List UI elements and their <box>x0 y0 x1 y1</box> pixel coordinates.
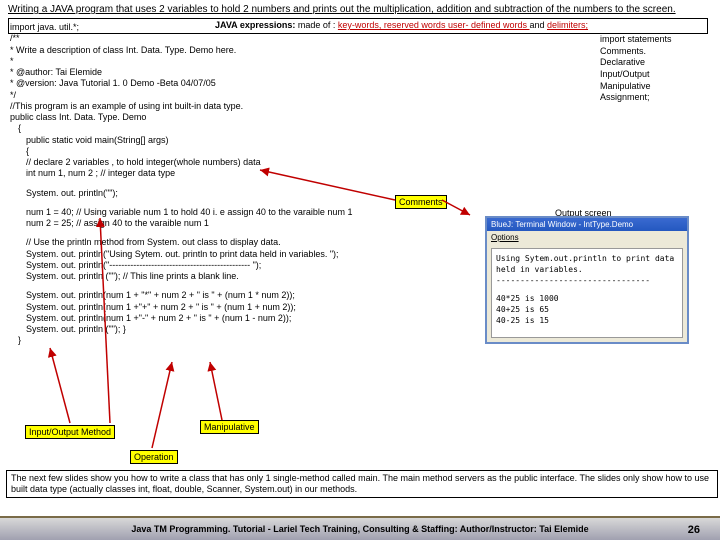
t1: Using Sytem.out.println to print data he… <box>496 253 678 275</box>
c15: System. out. println(""); <box>10 188 710 199</box>
footer-text: Java TM Programming. Tutorial - Lariel T… <box>131 524 588 534</box>
label-manip: Manipulative <box>200 420 259 434</box>
t4: 40+25 is 65 <box>496 304 678 315</box>
terminal-menu[interactable]: Options <box>487 231 687 244</box>
c14: int num 1, num 2 ; // integer data type <box>10 168 710 179</box>
c9: public class Int. Data. Type. Demo <box>10 112 710 123</box>
t3: 40*25 is 1000 <box>496 293 678 304</box>
bottom-note: The next few slides show you how to writ… <box>6 470 718 498</box>
terminal-window: BlueJ: Terminal Window - IntType.Demo Op… <box>485 216 689 344</box>
c2: /** <box>10 33 710 44</box>
c4: * <box>10 56 710 67</box>
page-number: 26 <box>688 524 700 536</box>
slide-title: Writing a JAVA program that uses 2 varia… <box>0 0 720 17</box>
c3: * Write a description of class Int. Data… <box>10 45 710 56</box>
c6: * @version: Java Tutorial 1. 0 Demo -Bet… <box>10 78 710 89</box>
c7: */ <box>10 90 710 101</box>
c1: import java. util.*; <box>10 22 710 33</box>
c10: { <box>10 123 710 134</box>
c12: { <box>10 146 710 157</box>
c13: // declare 2 variables , to hold integer… <box>10 157 710 168</box>
c8: //This program is an example of using in… <box>10 101 710 112</box>
c11: public static void main(String[] args) <box>10 135 710 146</box>
label-iomethod: Input/Output Method <box>25 425 115 439</box>
t5: 40-25 is 15 <box>496 315 678 326</box>
terminal-body: Using Sytem.out.println to print data he… <box>491 248 683 338</box>
t2: -------------------------------- <box>496 275 678 286</box>
label-op: Operation <box>130 450 178 464</box>
terminal-title: BlueJ: Terminal Window - IntType.Demo <box>487 218 687 231</box>
label-comments: Comments <box>395 195 447 209</box>
c5: * @author: Tai Elemide <box>10 67 710 78</box>
footer: Java TM Programming. Tutorial - Lariel T… <box>0 516 720 540</box>
